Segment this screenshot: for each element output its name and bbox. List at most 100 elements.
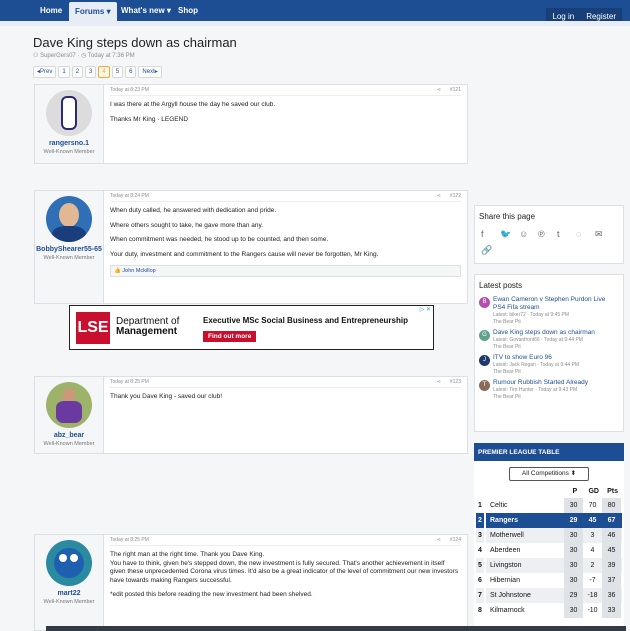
avatar: G (479, 330, 490, 341)
whatsapp-icon[interactable]: ◌ (576, 226, 595, 242)
post-user-panel: abz_bear Well-Known Member (35, 377, 104, 453)
post: mart22 Well-Known Member Today at 8:25 P… (34, 534, 468, 631)
latest-posts-block: Latest posts B Ewan Cameron v Stephen Pu… (474, 274, 624, 432)
post-number[interactable]: #121 (450, 85, 461, 96)
thread-author[interactable]: SuperGers07 (40, 53, 76, 59)
table-row-highlighted[interactable]: 2 Rangers 29 45 67 (476, 513, 622, 528)
post-message: I was there at the Argyll house the day … (110, 101, 461, 124)
link-icon[interactable]: 🔗 (481, 242, 500, 258)
twitter-icon[interactable]: 🐦 (500, 226, 519, 242)
share-icon[interactable]: ⋖ (437, 535, 441, 546)
table-row[interactable]: 5 Livingston 30 2 39 (476, 558, 622, 573)
avatar[interactable] (46, 382, 92, 428)
post-user-panel: rangersno.1 Well-Known Member (35, 85, 104, 163)
page-link-5[interactable]: 5 (111, 66, 124, 78)
latest-post-forum[interactable]: The Bear Pit (493, 394, 588, 401)
post-content: Today at 8:24 PM ⋖ #122 When duty called, … (110, 191, 461, 303)
top-nav: Home Forums ▾ What's new ▾ Shop Log in R… (0, 0, 630, 26)
post-time[interactable]: Today at 8:24 PM (110, 193, 149, 199)
latest-post-title[interactable]: Dave King steps down as chairman (493, 329, 595, 337)
ad-department: Department of Management (116, 316, 180, 337)
nav-home[interactable]: Home (40, 0, 62, 21)
avatar: B (479, 297, 490, 308)
page-title: Dave King steps down as chairman (33, 35, 237, 50)
table-row[interactable]: 8 Kilmarnock 30 -10 33 (476, 603, 622, 618)
page-link-1[interactable]: 1 (58, 66, 70, 78)
latest-post-forum[interactable]: The Bear Pit (493, 319, 619, 326)
avatar[interactable] (46, 196, 92, 242)
latest-post-item[interactable]: J ITV to show Euro 96 Latest: Jack Regan … (475, 351, 623, 376)
prev-page-button[interactable]: ◂Prev (33, 66, 57, 78)
page-link-6[interactable]: 6 (125, 66, 137, 78)
footer-bar (46, 626, 626, 631)
username[interactable]: abz_bear (35, 431, 103, 440)
latest-post-forum[interactable]: The Bear Pit (493, 369, 579, 376)
latest-posts-title: Latest posts (479, 281, 523, 290)
message-paragraph: I was there at the Argyll house the day … (110, 101, 276, 108)
nav-shop[interactable]: Shop (178, 0, 198, 21)
email-icon[interactable]: ✉ (595, 226, 614, 242)
clock-icon: ◷ (81, 53, 87, 59)
post: BobbyShearer55-65 Well-Known Member Toda… (34, 190, 468, 304)
latest-post-title[interactable]: ITV to show Euro 96 (493, 354, 579, 362)
share-icon[interactable]: ⋖ (437, 377, 441, 388)
username[interactable]: rangersno.1 (35, 139, 103, 148)
pinterest-icon[interactable]: ℗ (538, 226, 557, 242)
avatar[interactable] (46, 540, 92, 586)
thread-date: Today at 7:36 PM (87, 53, 135, 59)
latest-post-forum[interactable]: The Bear Pit (493, 344, 595, 351)
username[interactable]: BobbyShearer55-65 (35, 245, 103, 254)
nav-forums[interactable]: Forums ▾ (69, 2, 117, 21)
col-played: P (572, 488, 578, 495)
message-paragraph: Where others sought to take, he gave mor… (110, 221, 264, 229)
post: abz_bear Well-Known Member Today at 8:25… (34, 376, 468, 454)
liked-by[interactable]: John Mckillop (122, 268, 155, 274)
post-message: Thank you Dave King - saved our club! (110, 393, 461, 402)
advertisement[interactable]: LSE Department of Management Executive MS… (69, 305, 434, 350)
nav-whats-new[interactable]: What's new ▾ (121, 0, 171, 21)
latest-post-item[interactable]: G Dave King steps down as chairman Latest… (475, 326, 623, 351)
share-title: Share this page (479, 212, 536, 221)
post: rangersno.1 Well-Known Member Today at 8… (34, 84, 468, 164)
post-message: When duty called, he answered with dedic… (110, 207, 461, 259)
ad-title: Executive MSc Social Business and Entrep… (203, 316, 408, 325)
post-number[interactable]: #124 (450, 535, 461, 546)
username[interactable]: mart22 (35, 589, 103, 598)
latest-post-title[interactable]: Rumour Rubbish Started Already (493, 379, 588, 387)
latest-post-title[interactable]: Ewan Cameron v Stephen Purdon Live PS4 F… (493, 296, 619, 312)
latest-post-meta: Latest: Tim Hunter · Today at 9:43 PM (493, 387, 578, 393)
thread-meta: ⚇ SuperGers07 · ◷ Today at 7:36 PM (33, 53, 135, 59)
ad-close-icon[interactable]: ▷ ✕ (420, 306, 431, 313)
pagination: ◂Prev 1 2 3 4 5 6 Next▸ (33, 66, 162, 78)
post-number[interactable]: #122 (450, 191, 461, 202)
share-icon[interactable]: ⋖ (437, 85, 441, 96)
tumblr-icon[interactable]: t (557, 226, 576, 242)
page-link-2[interactable]: 2 (71, 66, 84, 78)
message-paragraph: Thank you Dave King - saved our club! (110, 393, 223, 400)
post-number[interactable]: #123 (450, 377, 461, 388)
table-row[interactable]: 1 Celtic 30 70 80 (476, 498, 622, 513)
ad-cta-button[interactable]: Find out more (203, 331, 257, 342)
competition-select[interactable]: All Competitions ⬍ (509, 467, 589, 481)
page-link-4-current[interactable]: 4 (98, 66, 110, 78)
next-page-button[interactable]: Next▸ (138, 66, 162, 78)
latest-post-item[interactable]: B Ewan Cameron v Stephen Purdon Live PS4… (475, 293, 623, 326)
avatar[interactable] (46, 90, 92, 136)
page-link-3[interactable]: 3 (85, 66, 97, 78)
message-paragraph: Thanks Mr King · LEGEND (110, 115, 189, 123)
post-time[interactable]: Today at 8:25 PM (110, 379, 149, 385)
post-header: Today at 8:24 PM ⋖ #122 (110, 191, 461, 202)
post-time[interactable]: Today at 8:25 PM (110, 537, 149, 543)
table-row[interactable]: 6 Hibernian 30 -7 37 (476, 573, 622, 588)
reddit-icon[interactable]: ☺ (519, 226, 538, 242)
table-row[interactable]: 4 Aberdeen 30 4 45 (476, 543, 622, 558)
chevron-down-icon: ▾ (166, 6, 171, 15)
post-time[interactable]: Today at 8:23 PM (110, 87, 149, 93)
latest-post-item[interactable]: T Rumour Rubbish Started Already Latest: … (475, 376, 623, 401)
facebook-icon[interactable]: f (481, 226, 500, 242)
table-row[interactable]: 3 Motherwell 30 3 46 (476, 528, 622, 543)
table-row[interactable]: 7 St Johnstone 29 -18 36 (476, 588, 622, 603)
share-icon[interactable]: ⋖ (437, 191, 441, 202)
post-user-panel: mart22 Well-Known Member (35, 535, 104, 630)
likes-bar[interactable]: 👍 John Mckillop (110, 265, 461, 277)
